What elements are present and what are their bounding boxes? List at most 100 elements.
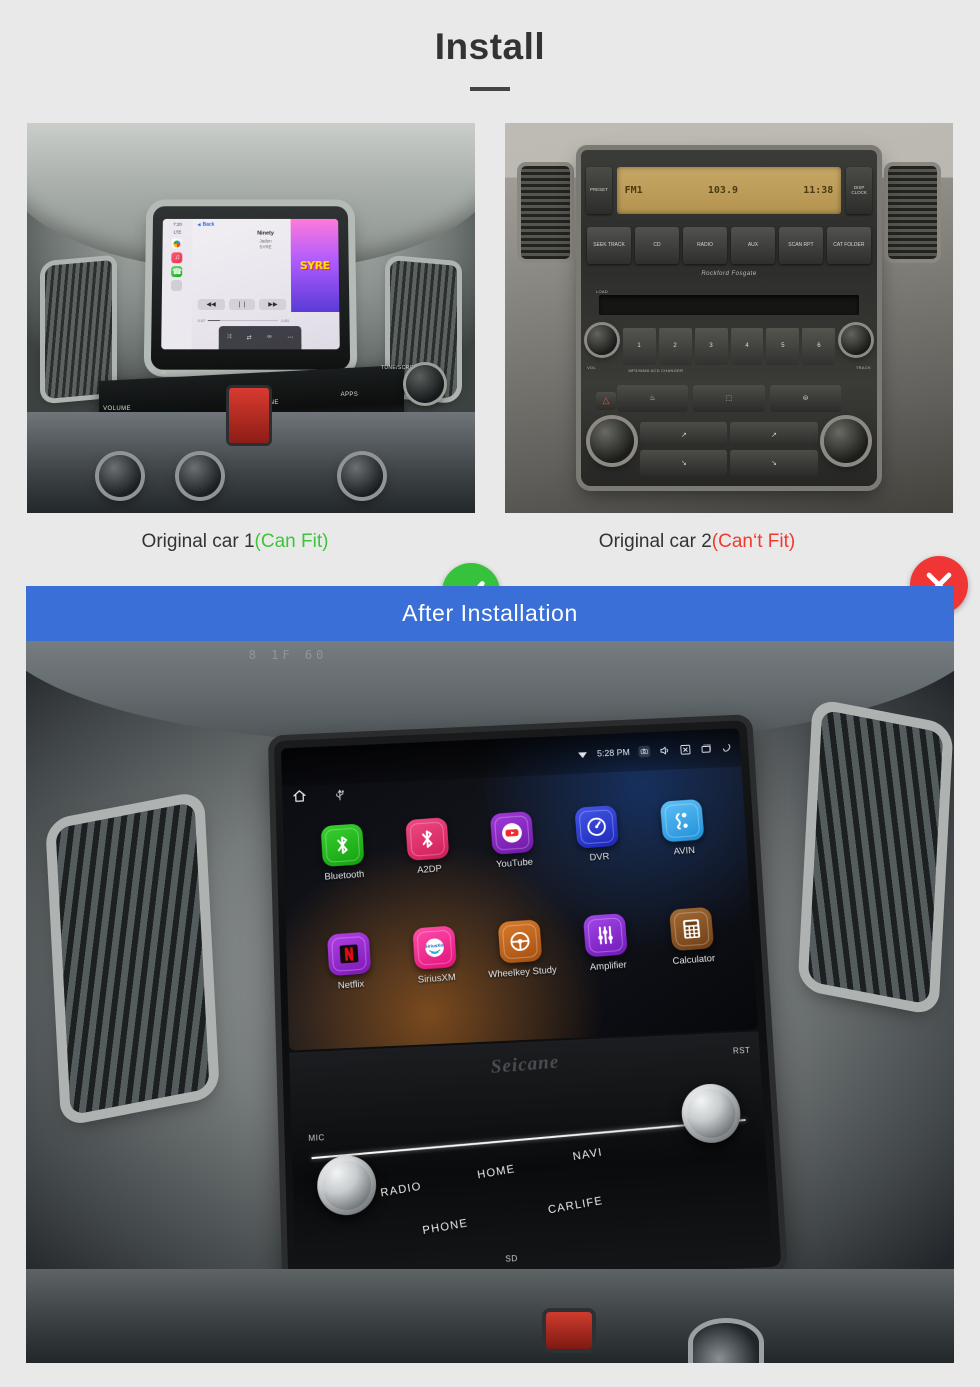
page-title-block: Install — [0, 26, 980, 91]
carplay-transport-controls: ◀◀ ❘❘ ▶▶ — [198, 298, 287, 310]
instrument-cluster-readout: 8 1F 60 — [248, 648, 328, 663]
car1-hazard-button[interactable] — [228, 388, 269, 443]
climate-mode-1[interactable]: ↗ — [640, 421, 728, 448]
climate-mode-3[interactable]: ↘ — [640, 450, 728, 476]
app-label: Amplifier — [589, 959, 628, 973]
app-avin[interactable]: AVIN — [638, 797, 732, 911]
maps-app-icon[interactable] — [172, 238, 184, 250]
comparison-photo-row: 7:20 LTE SYRE Back — [27, 123, 968, 621]
car2-radio-button[interactable]: RADIO — [683, 227, 727, 265]
home-icon[interactable]: ⌂ — [161, 369, 166, 376]
after-installation-banner: After Installation — [26, 586, 954, 641]
reset-label: RST — [732, 1045, 751, 1056]
car2-preset-6[interactable]: 6 — [802, 328, 836, 365]
app-netflix[interactable]: Netflix — [305, 930, 398, 1046]
car2-preset-4[interactable]: 4 — [730, 328, 764, 365]
front-defrost-button[interactable]: ⬚ — [693, 385, 765, 412]
bluetooth-icon — [405, 817, 450, 861]
music-app-icon[interactable] — [172, 252, 184, 264]
installed-hazard-button[interactable] — [545, 1312, 593, 1349]
installed-hvac-dial[interactable] — [693, 1323, 760, 1363]
equalizer-icon — [583, 912, 629, 958]
app-bluetooth[interactable]: Bluetooth — [299, 822, 391, 936]
recirculation-button[interactable]: ⊜ — [769, 385, 842, 412]
app-a2dp[interactable]: A2DP — [384, 816, 476, 930]
hard-key-navi[interactable]: NAVI — [573, 1146, 605, 1163]
next-button[interactable]: ▶▶ — [259, 298, 287, 310]
car2-preset-2[interactable]: 2 — [658, 328, 692, 365]
car2-preset-button[interactable]: PRESET — [585, 167, 613, 215]
car2-cd-button[interactable]: CD — [635, 227, 679, 265]
bluetooth-icon — [320, 823, 365, 868]
seicane-head-unit: 5:28 PM Bluetooth A2DP YouTube DVR AVIN … — [274, 720, 782, 1290]
car2-preset-5[interactable]: 5 — [766, 328, 800, 365]
airplay-icon[interactable]: ∞ — [268, 334, 272, 340]
climate-mode-4[interactable]: ↘ — [730, 450, 818, 476]
carplay-scrubber[interactable]: 0:57 -0:51 — [198, 318, 290, 323]
car2-preset-1[interactable]: 1 — [622, 328, 656, 365]
usb-icon[interactable] — [333, 787, 348, 807]
app-youtube[interactable]: YouTube — [469, 810, 562, 924]
android-home-screen[interactable]: 5:28 PM Bluetooth A2DP YouTube DVR AVIN … — [281, 728, 759, 1051]
climate-mode-2[interactable]: ↗ — [730, 421, 818, 448]
car2-seek-track-button[interactable]: SEEK TRACK — [587, 227, 632, 265]
car2-aux-button[interactable]: AUX — [730, 227, 775, 265]
back-icon[interactable] — [721, 742, 733, 754]
car1-hvac-left-dial[interactable] — [98, 455, 141, 498]
car2-temp-dial[interactable] — [819, 414, 872, 467]
car2-dashboard: PRESET DISP CLOCK FM1 103.9 11:38 SEEK T… — [505, 123, 953, 513]
close-icon[interactable] — [680, 744, 692, 756]
shuffle-icon[interactable]: ⤨ — [227, 334, 232, 341]
hard-key-home[interactable]: HOME — [476, 1163, 516, 1182]
carplay-back-button[interactable]: Back — [198, 222, 215, 228]
recents-icon[interactable] — [700, 743, 712, 755]
car2-ac-dial[interactable] — [590, 418, 635, 463]
phone-app-icon[interactable] — [171, 266, 184, 277]
netflix-icon — [327, 931, 372, 976]
car1-hvac-right-dial[interactable] — [340, 455, 383, 498]
car2-volume-knob[interactable] — [587, 324, 618, 355]
car2-preset-row: 1 2 3 4 5 6 — [622, 328, 836, 365]
app-label: A2DP — [417, 863, 443, 876]
repeat-icon[interactable]: ⇄ — [247, 334, 252, 341]
app-label: Bluetooth — [324, 869, 365, 883]
app-siriusxm[interactable]: SiriusXm SiriusXM — [391, 924, 484, 1040]
camera-icon[interactable] — [638, 745, 651, 758]
hazard-icon[interactable]: △ — [595, 391, 616, 410]
carplay-screen[interactable]: 7:20 LTE SYRE Back — [161, 218, 341, 350]
car2-cat-folder-button[interactable]: CAT FOLDER — [826, 227, 871, 265]
car2-disp-clock-button[interactable]: DISP CLOCK — [845, 167, 873, 215]
hard-key-carlife[interactable]: CARLIFE — [547, 1194, 604, 1216]
app-calculator[interactable]: Calculator — [647, 905, 742, 1021]
sd-slot-label: SD — [505, 1254, 519, 1265]
installed-vent-right — [807, 709, 943, 1006]
progress-bar[interactable] — [207, 319, 279, 322]
car2-scan-rpt-button[interactable]: SCAN RPT — [778, 227, 823, 265]
app-wheelkey-study[interactable]: Wheelkey Study — [476, 917, 570, 1033]
app-label: Netflix — [337, 978, 365, 992]
home-icon[interactable] — [292, 789, 307, 809]
wifi-icon — [576, 748, 588, 760]
car2-center-stack: PRESET DISP CLOCK FM1 103.9 11:38 SEEK T… — [581, 150, 877, 486]
car2-vent-left — [520, 165, 570, 260]
caption-left-prefix: Original car 1 — [141, 531, 255, 552]
car2-preset-3[interactable]: 3 — [694, 328, 728, 365]
previous-button[interactable]: ◀◀ — [198, 298, 226, 310]
hard-key-phone[interactable]: PHONE — [422, 1217, 469, 1237]
car1-tune-knob[interactable] — [405, 364, 444, 403]
car1-apps-key[interactable]: APPS — [341, 392, 359, 398]
rear-defrost-button[interactable]: ♨ — [616, 385, 689, 412]
left-volume-knob[interactable] — [316, 1154, 377, 1217]
car2-cd-slot — [598, 294, 860, 315]
car2-track-knob[interactable] — [840, 324, 871, 355]
hard-key-radio[interactable]: RADIO — [380, 1180, 423, 1199]
volume-icon[interactable] — [659, 745, 671, 757]
more-icon[interactable]: ⋯ — [288, 334, 294, 341]
app-dvr[interactable]: DVR — [553, 803, 647, 917]
pause-button[interactable]: ❘❘ — [229, 298, 256, 310]
more-app-icon[interactable] — [171, 279, 183, 291]
right-tune-knob[interactable] — [680, 1082, 743, 1144]
status-bar-time: 5:28 PM — [596, 747, 631, 759]
app-grid: Bluetooth A2DP YouTube DVR AVIN Netflix … — [299, 797, 742, 1046]
app-amplifier[interactable]: Amplifier — [562, 911, 656, 1027]
